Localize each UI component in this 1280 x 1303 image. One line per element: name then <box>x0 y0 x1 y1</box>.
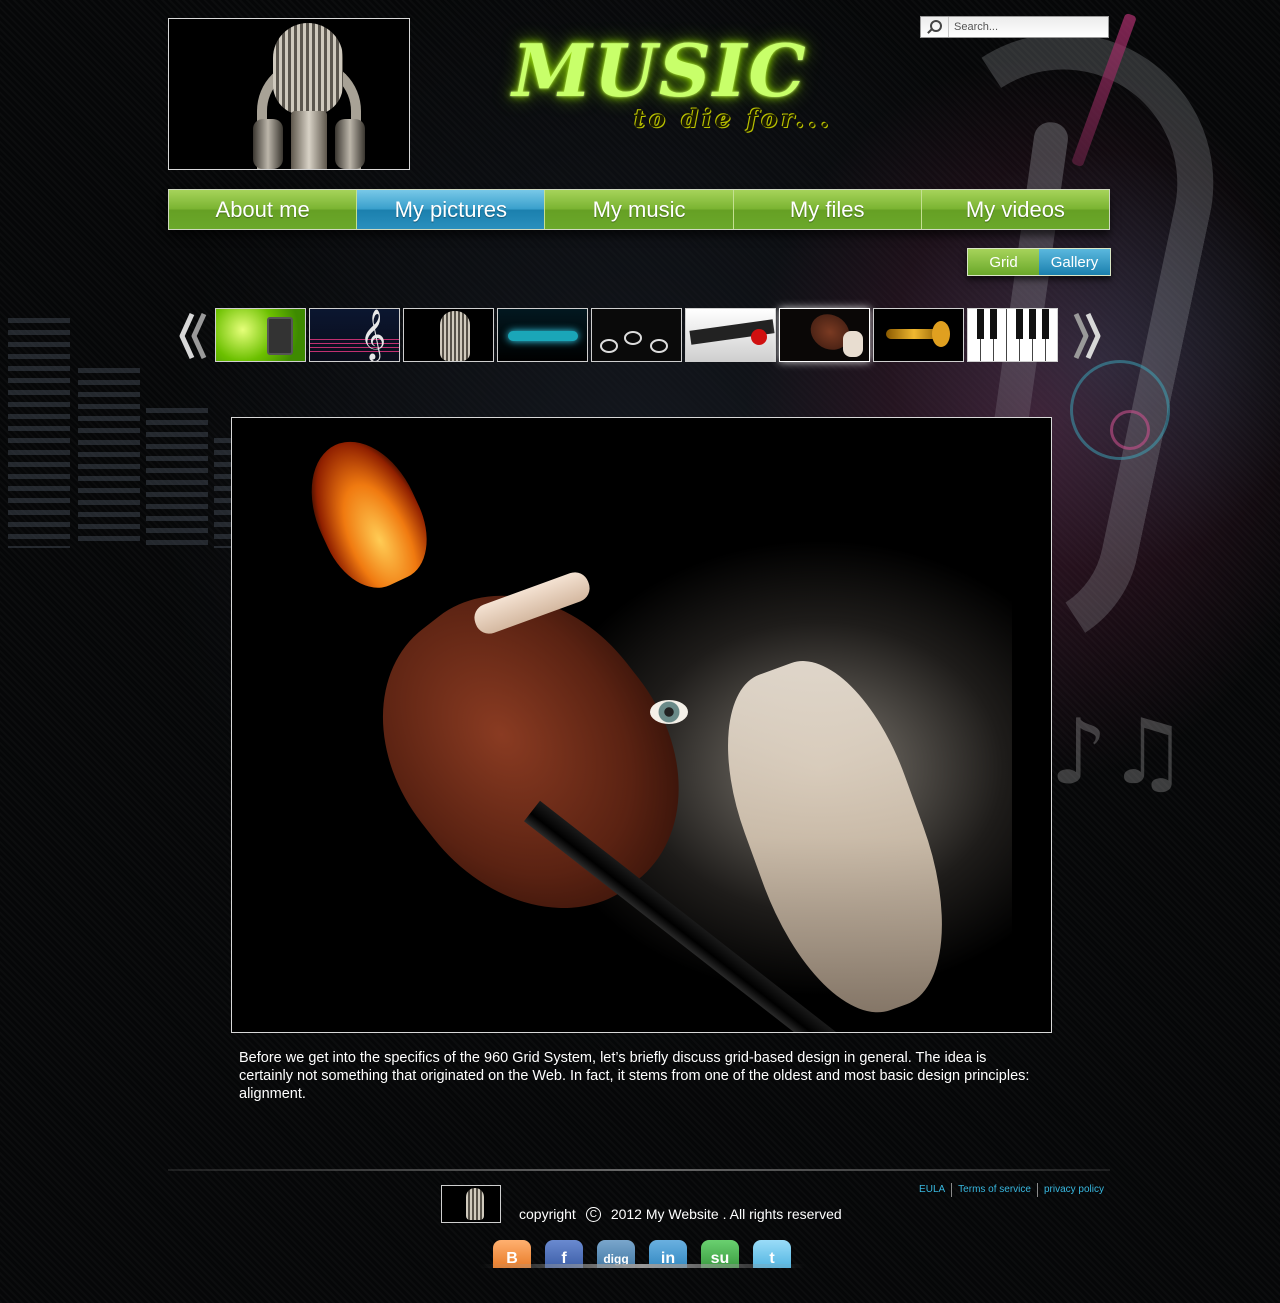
nav-item-about-me[interactable]: About me <box>169 190 358 229</box>
search-icon[interactable] <box>921 17 949 37</box>
circle-decoration-small <box>1110 410 1150 450</box>
footer-divider <box>168 1169 1110 1171</box>
microphone-icon <box>273 23 343 115</box>
copyright-icon: C <box>585 1206 601 1222</box>
gallery-view-button[interactable]: Gallery <box>1039 249 1110 275</box>
search-input[interactable] <box>949 18 1104 36</box>
eula-link[interactable]: EULA <box>913 1183 951 1197</box>
privacy-policy-link[interactable]: privacy policy <box>1036 1183 1110 1197</box>
site-title: MUSIC <box>512 28 808 113</box>
thumbnail-trumpet[interactable] <box>873 308 964 362</box>
thumbnail-green-speaker[interactable] <box>215 308 306 362</box>
social-shelf <box>480 1264 805 1268</box>
thumbnail-piano-keys[interactable] <box>967 308 1058 362</box>
nav-item-my-files[interactable]: My files <box>733 190 922 229</box>
view-toggle: Grid Gallery <box>967 248 1111 276</box>
thumbnail-strip: 𝄞 <box>215 308 1058 362</box>
music-notes-icon: ♪♫ <box>1050 700 1189 805</box>
footer-logo-image[interactable] <box>441 1185 501 1223</box>
thumbnail-microphone[interactable] <box>403 308 494 362</box>
nav-item-my-music[interactable]: My music <box>545 190 734 229</box>
thumbnail-piano-rose[interactable] <box>685 308 776 362</box>
thumbnail-drum-kit[interactable] <box>591 308 682 362</box>
site-logo-image[interactable] <box>168 18 410 170</box>
double-chevron-right-icon[interactable] <box>1072 310 1102 362</box>
thumbnail-violin-girl[interactable] <box>779 308 870 362</box>
nav-item-my-pictures[interactable]: My pictures <box>357 190 546 229</box>
nav-item-my-videos[interactable]: My videos <box>921 190 1110 229</box>
copyright-text: copyright C 2012 My Website . All rights… <box>519 1206 842 1222</box>
thumbnail-neon-guitar[interactable] <box>497 308 588 362</box>
grid-view-button[interactable]: Grid <box>968 249 1039 275</box>
site-subtitle: to die for... <box>634 104 833 133</box>
main-gallery-image[interactable] <box>231 417 1052 1033</box>
double-chevron-left-icon[interactable] <box>178 310 208 362</box>
main-nav: About me My pictures My music My files M… <box>168 189 1110 230</box>
image-caption: Before we get into the specifics of the … <box>239 1050 1030 1102</box>
legal-links: EULA Terms of service privacy policy <box>913 1183 1110 1197</box>
thumbnail-treble-clef[interactable]: 𝄞 <box>309 308 400 362</box>
terms-of-service-link[interactable]: Terms of service <box>951 1183 1037 1197</box>
search-box[interactable] <box>920 16 1109 38</box>
